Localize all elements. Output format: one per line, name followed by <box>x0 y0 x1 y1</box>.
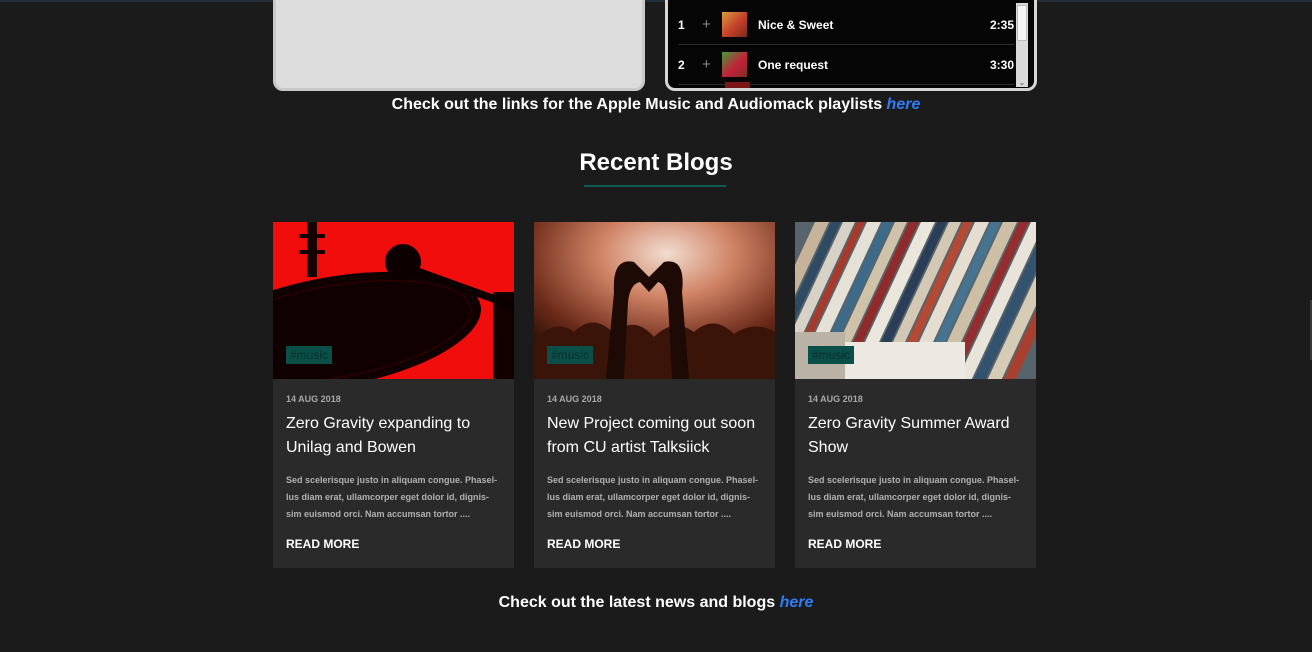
tag-badge[interactable]: #music <box>808 346 855 364</box>
blogs-links-label: Check out the latest news and blogs <box>498 594 780 611</box>
read-more-link[interactable]: READ MORE <box>286 537 359 551</box>
title-underline <box>584 185 726 187</box>
blog-card[interactable]: #music 14 AUG 2018 Zero Gravity Summer A… <box>795 222 1036 568</box>
read-more-link[interactable]: READ MORE <box>547 537 620 551</box>
blogs-links-text: Check out the latest news and blogs here <box>0 594 1312 612</box>
playlist-scrollbar[interactable]: ⌄ <box>1016 3 1028 87</box>
track-duration: 3:30 <box>989 57 1014 72</box>
tag-badge[interactable]: #music <box>286 346 333 364</box>
audiomack-playlist-embed[interactable]: 1 + Nice & Sweet 2:35 2 + One request 3:… <box>665 0 1037 91</box>
blog-excerpt: Sed scelerisque justo in aliquam congue.… <box>286 475 498 519</box>
read-more-link[interactable]: READ MORE <box>808 537 881 551</box>
scrollbar-thumb[interactable] <box>1017 5 1027 41</box>
blogs-links-here-link[interactable]: here <box>780 594 814 611</box>
track-title[interactable]: One request <box>758 58 990 72</box>
track-artwork <box>722 52 747 77</box>
track-artwork <box>725 82 750 88</box>
blog-title[interactable]: Zero Gravity expanding to Unilag and Bow… <box>286 412 506 460</box>
blog-excerpt: Sed scelerisque justo in aliquam congue.… <box>547 475 759 519</box>
blog-card-image[interactable]: #music <box>273 222 514 379</box>
track-duration: 2:35 <box>989 17 1014 32</box>
blog-card[interactable]: #music 14 AUG 2018 New Project coming ou… <box>534 222 775 568</box>
top-border <box>0 0 1312 2</box>
blog-title[interactable]: New Project coming out soon from CU arti… <box>547 412 767 460</box>
track-row[interactable]: 2 + One request 3:30 <box>678 45 1014 85</box>
playlist-links-here-link[interactable]: here <box>887 96 921 113</box>
blog-card[interactable]: #music 14 AUG 2018 Zero Gravity expandin… <box>273 222 514 568</box>
track-number: 2 <box>678 57 685 72</box>
blog-date: 14 AUG 2018 <box>286 394 341 404</box>
apple-music-embed[interactable] <box>273 0 645 91</box>
blog-title[interactable]: Zero Gravity Summer Award Show <box>808 412 1028 460</box>
blog-card-image[interactable]: #music <box>795 222 1036 379</box>
blog-excerpt: Sed scelerisque justo in aliquam congue.… <box>808 475 1020 519</box>
blog-card-image[interactable]: #music <box>534 222 775 379</box>
track-number: 1 <box>678 17 685 32</box>
blog-date: 14 AUG 2018 <box>547 394 602 404</box>
plus-icon[interactable]: + <box>702 16 722 33</box>
playlist-links-text: Check out the links for the Apple Music … <box>0 96 1312 114</box>
track-row[interactable]: 1 + Nice & Sweet 2:35 <box>678 5 1014 45</box>
track-title[interactable]: Nice & Sweet <box>758 18 990 32</box>
track-artwork <box>722 12 747 37</box>
playlist-links-label: Check out the links for the Apple Music … <box>391 96 887 113</box>
chevron-down-icon[interactable]: ⌄ <box>1017 79 1027 87</box>
section-title: Recent Blogs <box>579 149 733 176</box>
plus-icon[interactable]: + <box>702 56 722 73</box>
tag-badge[interactable]: #music <box>547 346 594 364</box>
blog-date: 14 AUG 2018 <box>808 394 863 404</box>
